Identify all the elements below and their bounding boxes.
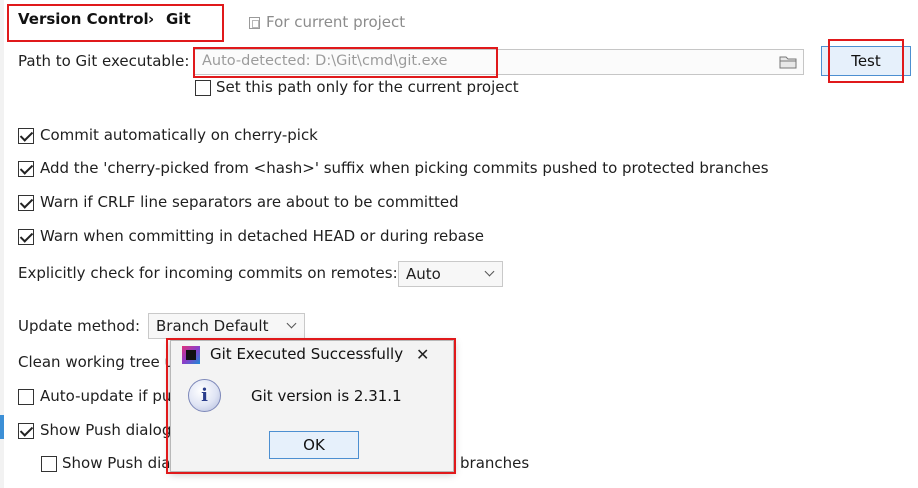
incoming-commits-select[interactable]: Auto — [398, 261, 503, 287]
crlf-warning-checkbox[interactable] — [18, 195, 34, 211]
auto-update-checkbox[interactable] — [18, 389, 34, 405]
project-only-label[interactable]: Set this path only for the current proje… — [216, 78, 519, 96]
git-path-label: Path to Git executable: — [18, 52, 190, 70]
cherry-pick-commit-checkbox[interactable] — [18, 128, 34, 144]
cherry-pick-suffix-label[interactable]: Add the 'cherry-picked from <hash>' suff… — [40, 159, 769, 177]
incoming-commits-value: Auto — [406, 265, 441, 283]
git-success-dialog: Git Executed Successfully ✕ i Git versio… — [170, 340, 454, 472]
breadcrumb-separator: › — [148, 10, 155, 28]
intellij-logo-icon — [182, 346, 200, 364]
git-path-input[interactable]: Auto-detected: D:\Git\cmd\git.exe — [194, 49, 804, 75]
project-scope-icon — [249, 17, 260, 29]
selection-marker — [0, 415, 4, 439]
dialog-title: Git Executed Successfully — [210, 345, 404, 363]
incoming-commits-label: Explicitly check for incoming commits on… — [18, 264, 398, 282]
dialog-message: Git version is 2.31.1 — [251, 387, 402, 405]
breadcrumb-version-control[interactable]: Version Control — [18, 10, 149, 28]
cherry-pick-commit-label[interactable]: Commit automatically on cherry-pick — [40, 126, 318, 144]
clean-working-tree-label: Clean working tree us — [18, 353, 182, 371]
show-push-dialog-protected-label[interactable]: Show Push dia — [62, 454, 171, 472]
project-only-checkbox[interactable] — [195, 80, 211, 96]
detached-head-warning-checkbox[interactable] — [18, 229, 34, 245]
crlf-warning-label[interactable]: Warn if CRLF line separators are about t… — [40, 193, 459, 211]
update-method-select[interactable]: Branch Default — [148, 313, 305, 339]
ok-button[interactable]: OK — [269, 431, 359, 459]
show-push-dialog-checkbox[interactable] — [18, 423, 34, 439]
info-icon: i — [188, 379, 221, 412]
project-scope-label: For current project — [266, 13, 406, 31]
test-button[interactable]: Test — [821, 46, 911, 76]
git-path-placeholder: Auto-detected: D:\Git\cmd\git.exe — [202, 53, 448, 69]
show-push-dialog-label[interactable]: Show Push dialog — [40, 421, 171, 439]
folder-icon[interactable] — [779, 55, 797, 69]
update-method-label: Update method: — [18, 317, 141, 335]
update-method-value: Branch Default — [156, 317, 269, 335]
cherry-pick-suffix-checkbox[interactable] — [18, 161, 34, 177]
chevron-down-icon — [286, 318, 297, 329]
auto-update-label[interactable]: Auto-update if pu — [40, 387, 171, 405]
show-push-dialog-protected-label-end[interactable]: branches — [460, 454, 529, 472]
chevron-down-icon — [484, 266, 495, 277]
breadcrumb-git: Git — [166, 10, 191, 28]
show-push-dialog-protected-checkbox[interactable] — [41, 456, 57, 472]
detached-head-warning-label[interactable]: Warn when committing in detached HEAD or… — [40, 227, 484, 245]
close-icon[interactable]: ✕ — [416, 345, 429, 364]
